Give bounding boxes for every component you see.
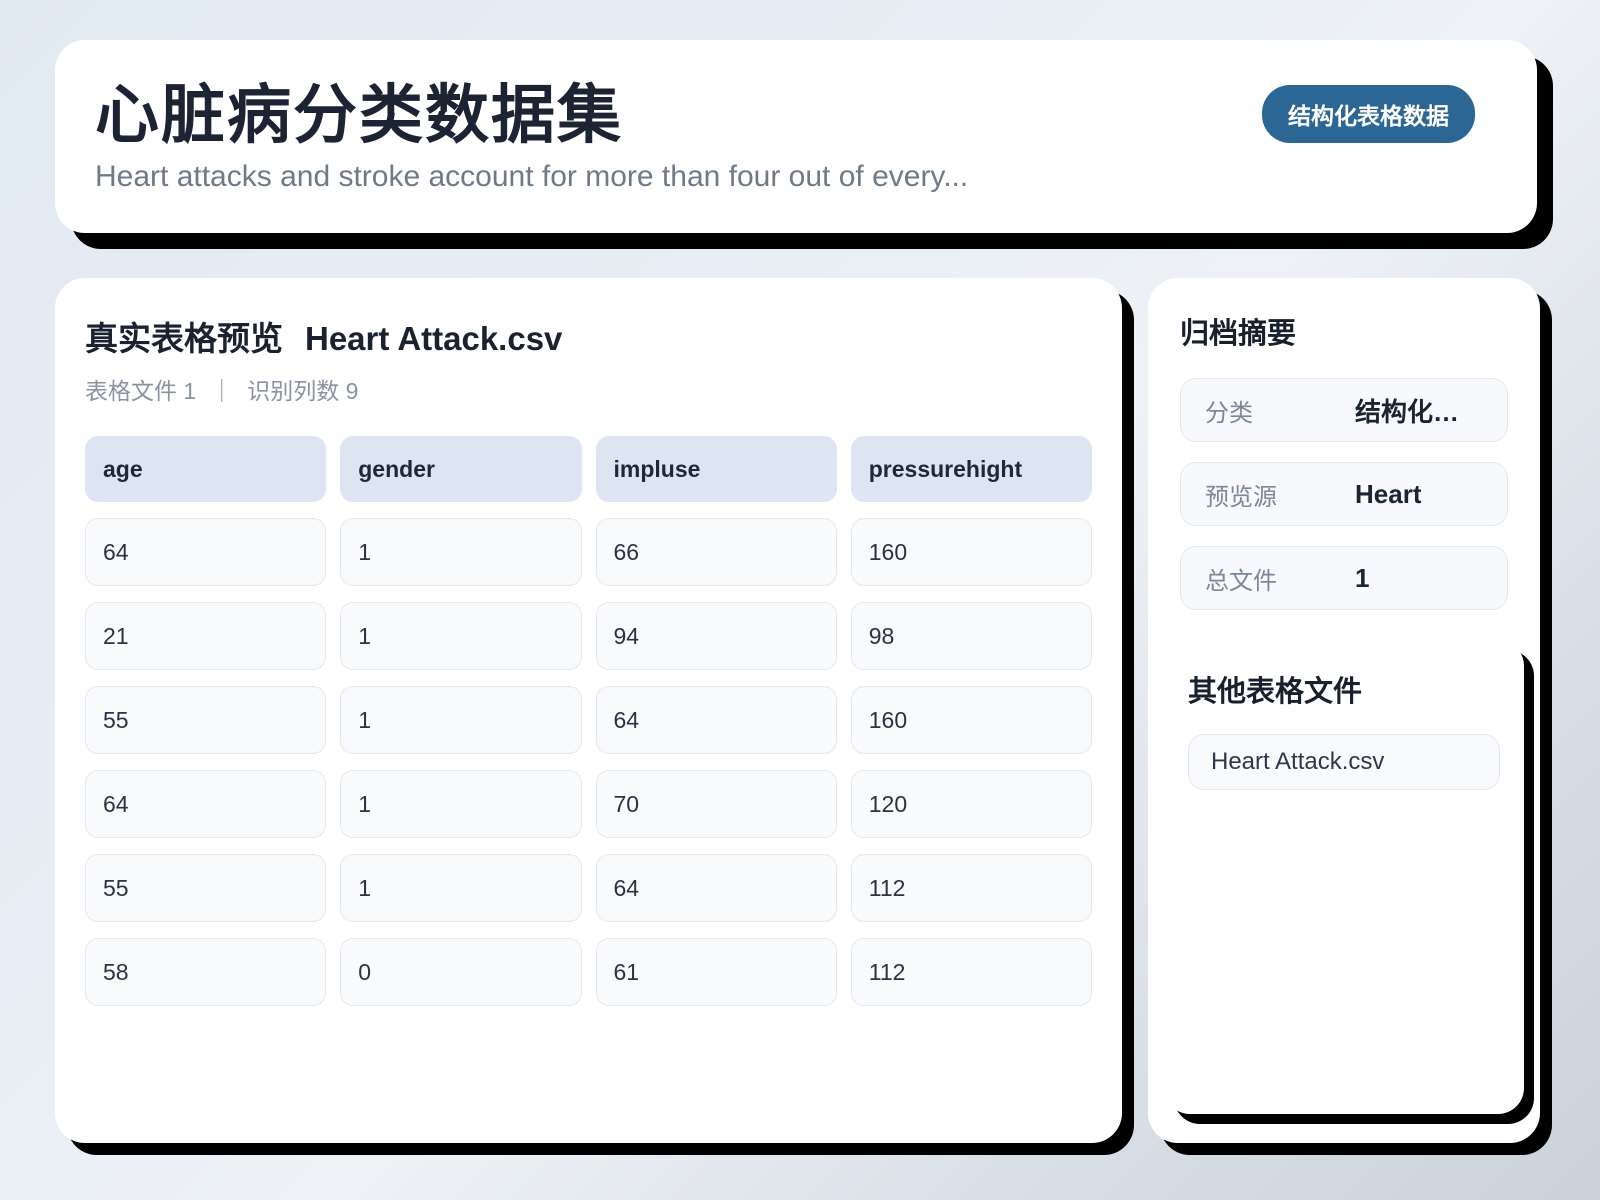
table-cell: 70 [595,770,837,838]
preview-meta: 表格文件 1 ｜ 识别列数 9 [85,372,1092,406]
table-cell: 1 [340,686,582,754]
other-files-title: 其他表格文件 [1188,676,1363,708]
preview-filename: Heart Attack.csv [305,320,563,357]
summary-row-category: 分类 结构化表格数据 [1180,378,1508,442]
column-header-impluse: impluse [595,436,837,502]
table-cell: 1 [340,854,582,922]
summary-label: 预览源 [1205,483,1277,511]
table-cell: 66 [595,518,837,586]
table-cell: 120 [850,770,1092,838]
archive-summary-title: 归档摘要 [1180,318,1297,350]
table-cell: 160 [850,686,1092,754]
table-cell: 58 [85,938,327,1006]
table-cell: 160 [850,518,1092,586]
file-item-heart-attack-csv[interactable]: Heart Attack.csv [1188,734,1500,790]
columns-count-label: 识别列数 9 [247,378,359,404]
data-table: age gender impluse pressurehight 64 1 66… [85,436,1092,1006]
table-cell: 64 [85,770,327,838]
page-subtitle: Heart attacks and stroke account for mor… [95,159,969,193]
table-cell: 112 [850,854,1092,922]
column-header-age: age [85,436,327,502]
preview-title: 真实表格预览 [85,320,283,357]
category-badge: 结构化表格数据 [1262,85,1475,143]
table-preview-card: 真实表格预览 Heart Attack.csv 表格文件 1 ｜ 识别列数 9 … [55,278,1122,1143]
table-cell: 1 [340,602,582,670]
preview-heading: 真实表格预览 Heart Attack.csv [85,312,1092,360]
table-cell: 55 [85,854,327,922]
table-cell: 112 [850,938,1092,1006]
table-cell: 64 [85,518,327,586]
table-cell: 0 [340,938,582,1006]
table-cell: 1 [340,770,582,838]
column-header-pressurehight: pressurehight [850,436,1092,502]
header-card: 心脏病分类数据集 Heart attacks and stroke accoun… [55,40,1537,233]
table-cell: 94 [595,602,837,670]
table-cell: 64 [595,686,837,754]
column-header-gender: gender [340,436,582,502]
table-cell: 98 [850,602,1092,670]
archive-summary-card: 归档摘要 分类 结构化表格数据 预览源 Heart 总文件 1 其他表格文件 H… [1148,278,1540,1143]
other-files-card: 其他表格文件 Heart Attack.csv [1164,640,1524,1114]
table-cell: 21 [85,602,327,670]
summary-row-total-files: 总文件 1 [1180,546,1508,610]
summary-value: Heart [1355,478,1422,509]
files-count-label: 表格文件 1 [85,378,197,404]
summary-label: 总文件 [1205,567,1277,595]
table-cell: 61 [595,938,837,1006]
summary-value: 1 [1355,562,1370,593]
table-cell: 64 [595,854,837,922]
summary-row-preview-source: 预览源 Heart [1180,462,1508,526]
summary-label: 分类 [1205,399,1253,427]
table-cell: 1 [340,518,582,586]
summary-value: 结构化表格数据 [1355,396,1483,427]
table-cell: 55 [85,686,327,754]
meta-separator: ｜ [210,378,234,404]
